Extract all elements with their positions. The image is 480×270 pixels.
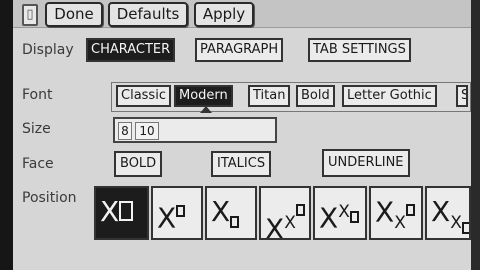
position-double-superscript[interactable]: XX [259,186,311,240]
position-subscript[interactable]: X [205,186,257,240]
face-label: Face [22,156,54,172]
font-option-titan[interactable]: Titan [248,85,291,107]
char-box-icon [405,204,415,216]
font-option-classic[interactable]: Classic [116,85,171,107]
font-option-modern[interactable]: Modern [174,85,233,107]
char-box-icon [230,215,240,228]
char-box-icon [176,205,186,217]
face-italics-button[interactable]: ITALICS [211,151,272,177]
face-underline-button[interactable]: UNDERLINE [322,149,410,177]
position-label: Position [22,190,77,206]
size-field[interactable]: 8 10 [113,117,277,143]
defaults-button[interactable]: Defaults [108,2,188,27]
position-normal[interactable]: X [94,186,149,240]
face-bold-button[interactable]: BOLD [114,151,163,177]
font-option-bold[interactable]: Bold [296,85,335,107]
position-superscript[interactable]: X [151,186,203,240]
display-label: Display [22,42,74,58]
position-superscript-subscript[interactable]: XX [313,186,367,240]
close-box-icon[interactable]: ▯ [22,4,38,26]
close-glyph-icon: ▯ [26,7,34,22]
apply-button[interactable]: Apply [194,2,254,27]
char-box-icon [349,211,359,223]
size-value-8[interactable]: 8 [118,122,132,140]
font-label: Font [22,87,53,103]
font-option-letter-gothic[interactable]: Letter Gothic [342,85,437,107]
position-subscript-superscript[interactable]: XX [369,186,423,240]
char-box-icon [461,221,469,234]
screen-bezel-left [0,0,13,270]
size-label: Size [22,121,51,137]
char-box-icon [119,201,134,221]
char-box-icon [295,204,305,216]
tab-character[interactable]: CHARACTER [86,38,176,62]
screen-bezel-right [471,0,480,270]
selection-pointer-icon [200,106,212,113]
font-option-partial[interactable]: S [456,85,468,107]
tab-paragraph[interactable]: PARAGRAPH [195,38,284,62]
tab-tab-settings[interactable]: TAB SETTINGS [308,38,411,62]
size-value-10[interactable]: 10 [135,122,159,140]
done-button[interactable]: Done [45,2,103,27]
position-double-subscript[interactable]: XX [425,186,471,240]
